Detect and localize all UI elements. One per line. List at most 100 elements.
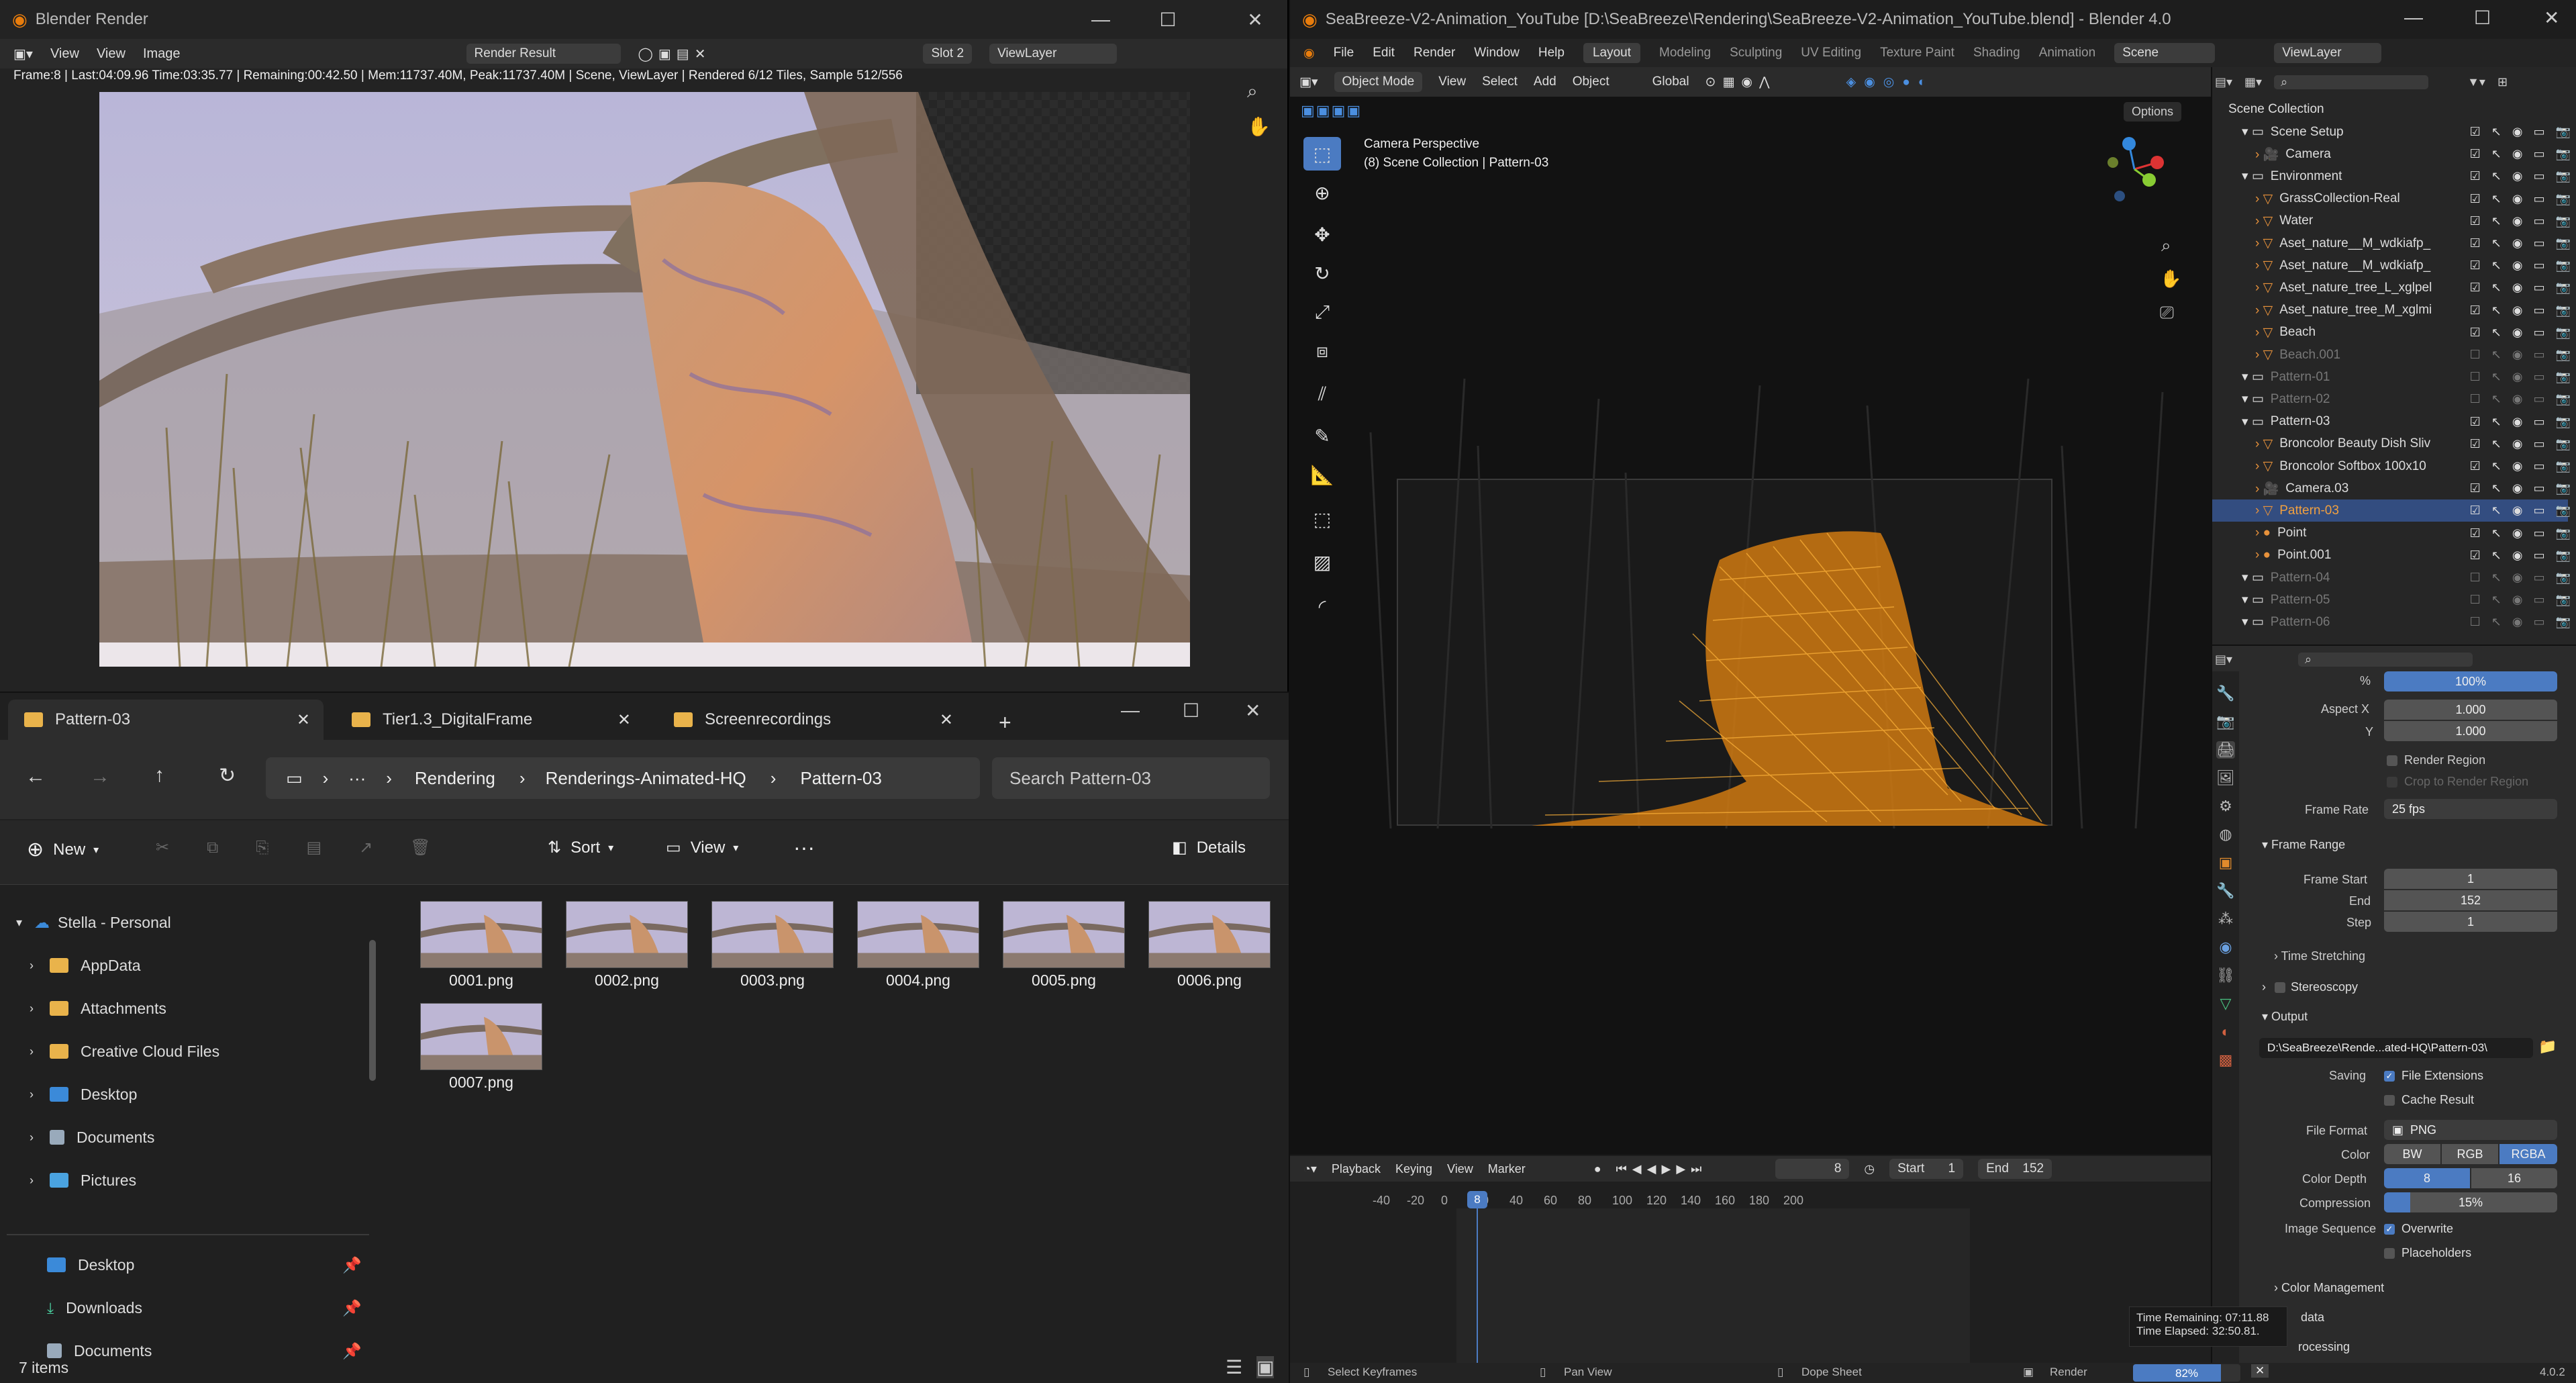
sort-button[interactable]: ⇅ Sort ▾ <box>548 838 613 857</box>
checkbox-icon[interactable]: ☑ <box>2470 549 2481 563</box>
resolution-percent-field[interactable]: 100% <box>2384 671 2557 692</box>
outliner-visibility-toggles[interactable]: ☐ ↖ ◉ ▭ 📷 <box>2457 366 2571 388</box>
overflow-icon[interactable]: ··· <box>348 768 366 789</box>
viewport-icon[interactable]: ▭ <box>2534 303 2545 318</box>
eye-icon[interactable]: ◉ <box>2512 504 2523 518</box>
post-processing-panel[interactable]: rocessing <box>2298 1340 2350 1354</box>
color-rgb-button[interactable]: RGB <box>2442 1144 2498 1164</box>
folder-browse-icon[interactable]: 📁 <box>2538 1038 2557 1055</box>
navigation-gizmo[interactable] <box>2101 136 2168 203</box>
rotate-icon[interactable]: ↻ <box>1303 256 1341 290</box>
select-arrow-icon[interactable]: ↖ <box>2491 437 2501 451</box>
modifier-tab-icon[interactable]: 🔧 <box>2216 882 2234 900</box>
zoom-icon[interactable]: ⌕ <box>1247 81 1258 103</box>
minimize-button[interactable]: — <box>2404 7 2423 28</box>
outliner-visibility-toggles[interactable]: ☑ ↖ ◉ ▭ 📷 <box>2457 455 2571 477</box>
file-thumbnail[interactable] <box>711 901 834 968</box>
marker-menu[interactable]: Marker <box>1488 1162 1526 1176</box>
view-layer-select[interactable]: ViewLayer <box>989 44 1118 64</box>
file-thumbnail[interactable] <box>420 901 542 968</box>
outliner-visibility-toggles[interactable]: ☑ ↖ ◉ ▭ 📷 <box>2457 299 2571 322</box>
clock-icon[interactable]: ◷ <box>1864 1162 1875 1176</box>
render-camera-icon[interactable]: 📷 <box>2556 125 2571 139</box>
workspace-animation[interactable]: Animation <box>2039 46 2096 60</box>
end-frame-field[interactable]: End 152 <box>1978 1159 2052 1179</box>
eye-icon[interactable]: ◉ <box>2512 526 2523 540</box>
render-camera-icon[interactable]: 📷 <box>2556 147 2571 161</box>
render-camera-icon[interactable]: 📷 <box>2556 348 2571 362</box>
image-tools-icons[interactable]: ◯▣▤✕ <box>638 46 711 62</box>
eye-icon[interactable]: ◉ <box>2512 370 2523 384</box>
select-arrow-icon[interactable]: ↖ <box>2491 348 2501 362</box>
viewport-icon[interactable]: ▭ <box>2534 192 2545 206</box>
tab-screenrecordings[interactable]: Screenrecordings ✕ <box>658 700 967 740</box>
constraints-tab-icon[interactable]: ⛓ <box>2216 967 2235 984</box>
overlay-shading-icons[interactable]: ◈◉◎●◐ <box>1846 75 1934 90</box>
checkbox-icon[interactable]: ☑ <box>2470 326 2481 340</box>
checkbox-icon[interactable]: ☑ <box>2470 192 2481 206</box>
checkbox-icon[interactable]: ☐ <box>2470 370 2481 384</box>
render-camera-icon[interactable]: 📷 <box>2556 526 2571 540</box>
current-frame-field[interactable]: 8 <box>1775 1159 1850 1179</box>
texture-tab-icon[interactable]: ▩ <box>2219 1051 2233 1069</box>
workspace-modeling[interactable]: Modeling <box>1659 46 1711 60</box>
checkbox-icon[interactable]: ☑ <box>2470 125 2481 139</box>
close-button[interactable]: ✕ <box>1228 0 1282 39</box>
select-arrow-icon[interactable]: ↖ <box>2491 481 2501 495</box>
stereoscopy-panel[interactable]: › Stereoscopy <box>2262 980 2358 994</box>
output-panel[interactable]: ▾ Output <box>2262 1010 2308 1024</box>
tree-item-attachments[interactable]: › Attachments <box>0 988 376 1029</box>
new-button[interactable]: ⊕ New ▾ <box>27 838 99 861</box>
render-camera-icon[interactable]: 📷 <box>2556 437 2571 451</box>
select-box-icon[interactable]: ⬚ <box>1303 137 1341 171</box>
outliner-visibility-toggles[interactable]: ☑ ↖ ◉ ▭ 📷 <box>2457 143 2571 165</box>
outliner-visibility-toggles[interactable]: ☐ ↖ ◉ ▭ 📷 <box>2457 567 2571 589</box>
render-tab-icon[interactable]: 📷 <box>2216 713 2234 730</box>
select-arrow-icon[interactable]: ↖ <box>2491 526 2501 540</box>
outliner-scene-collection[interactable]: Scene Collection <box>2228 98 2324 120</box>
workspace-texture[interactable]: Texture Paint <box>1880 46 1954 60</box>
hand-pan-icon[interactable]: ✋ <box>2160 269 2181 289</box>
time-stretching-panel[interactable]: › Time Stretching <box>2274 949 2365 963</box>
new-tab-icon[interactable]: + <box>999 710 1011 735</box>
metadata-panel[interactable]: data <box>2301 1310 2324 1325</box>
cache-result-checkbox[interactable]: Cache Result <box>2384 1093 2474 1107</box>
viewport-icon[interactable]: ▭ <box>2534 459 2545 473</box>
object-tab-icon[interactable]: ▣ <box>2219 854 2233 871</box>
viewport-icon[interactable]: ▭ <box>2534 392 2545 406</box>
maximize-button[interactable]: ☐ <box>1141 0 1195 39</box>
file-thumbnail[interactable] <box>566 901 688 968</box>
workspace-shading[interactable]: Shading <box>1973 46 2020 60</box>
viewport-icon[interactable]: ▭ <box>2534 370 2545 384</box>
viewport-icon[interactable]: ▭ <box>2534 481 2545 495</box>
render-camera-icon[interactable]: 📷 <box>2556 504 2571 518</box>
viewport-icon[interactable]: ▭ <box>2534 236 2545 250</box>
viewport-icon[interactable]: ▭ <box>2534 549 2545 563</box>
outliner-visibility-toggles[interactable]: ☐ ↖ ◉ ▭ 📷 <box>2457 388 2571 410</box>
maximize-button[interactable]: ☐ <box>2474 7 2491 29</box>
record-icon[interactable]: ● <box>1594 1162 1601 1176</box>
viewport-icon[interactable]: ▭ <box>2534 258 2545 273</box>
tree-item-desktop[interactable]: › Desktop <box>0 1074 376 1114</box>
viewport-view-menu[interactable]: View <box>1438 75 1466 89</box>
outliner-visibility-toggles[interactable]: ☑ ↖ ◉ ▭ 📷 <box>2457 277 2571 299</box>
viewport-select-menu[interactable]: Select <box>1482 75 1518 89</box>
render-camera-icon[interactable]: 📷 <box>2556 236 2571 250</box>
transform-icon[interactable]: ⧈ <box>1303 334 1341 368</box>
checkbox-icon[interactable]: ☐ <box>2470 593 2481 607</box>
maximize-button[interactable]: ☐ <box>1183 700 1199 722</box>
aspect-y-field[interactable]: 1.000 <box>2384 721 2557 741</box>
viewport-object-menu[interactable]: Object <box>1573 75 1609 89</box>
image-menu[interactable]: Image <box>143 46 181 62</box>
tree-item-creative-cloud[interactable]: › Creative Cloud Files <box>0 1031 376 1071</box>
checkbox-icon[interactable]: ☑ <box>2470 415 2481 429</box>
depth-16-button[interactable]: 16 <box>2471 1168 2557 1188</box>
select-arrow-icon[interactable]: ↖ <box>2491 326 2501 340</box>
checkbox-icon[interactable]: ☐ <box>2470 348 2481 362</box>
viewport-icon[interactable]: ▭ <box>2534 147 2545 161</box>
editor-type-icon[interactable]: ◔▾ <box>1303 1162 1317 1176</box>
select-arrow-icon[interactable]: ↖ <box>2491 214 2501 228</box>
edit-actions-icons[interactable]: ✂⧉⎘▤↗🗑 <box>156 838 468 857</box>
scale-icon[interactable]: ⤢ <box>1303 295 1341 329</box>
eye-icon[interactable]: ◉ <box>2512 415 2523 429</box>
